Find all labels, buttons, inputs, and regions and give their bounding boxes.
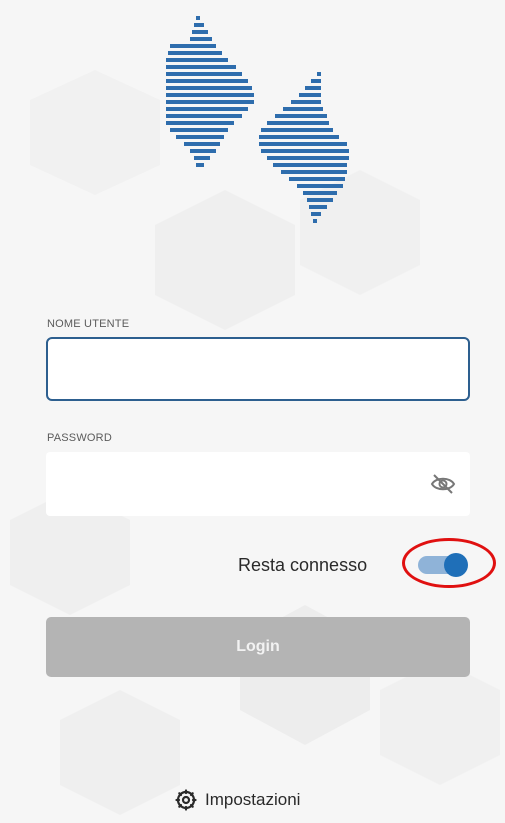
- app-logo: [160, 14, 355, 224]
- eye-slash-icon[interactable]: [430, 472, 456, 496]
- password-input[interactable]: [46, 452, 470, 516]
- login-button[interactable]: Login: [46, 617, 470, 677]
- password-label: PASSWORD: [47, 432, 112, 444]
- remember-me-label: Resta connesso: [238, 555, 368, 575]
- lightning-logo-icon: [166, 16, 349, 223]
- username-field[interactable]: [46, 337, 470, 401]
- settings-link[interactable]: Impostazioni: [175, 788, 300, 812]
- password-field[interactable]: [46, 452, 470, 516]
- username-input[interactable]: [48, 339, 468, 399]
- remember-me-toggle[interactable]: [418, 553, 470, 577]
- settings-label: Impostazioni: [205, 790, 301, 809]
- username-label: NOME UTENTE: [47, 318, 130, 330]
- toggle-knob: [444, 553, 468, 577]
- gear-icon: [175, 789, 197, 811]
